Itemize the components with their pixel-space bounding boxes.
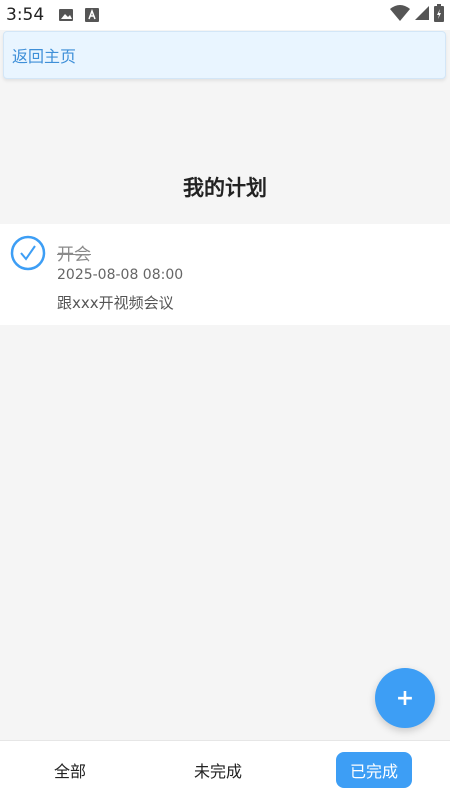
tab-pending[interactable]: 未完成: [180, 752, 256, 788]
page-title: 我的计划: [183, 176, 267, 200]
font-icon: [84, 7, 100, 23]
add-plan-button[interactable]: +: [375, 668, 435, 728]
status-right: [390, 4, 444, 26]
status-bar: 3:54: [0, 0, 450, 30]
status-time: 3:54: [6, 5, 45, 25]
plan-description: 跟xxx开视频会议: [57, 294, 174, 312]
tab-all[interactable]: 全部: [40, 752, 100, 788]
image-icon: [58, 7, 74, 23]
check-circle-icon[interactable]: [10, 235, 46, 271]
plan-title: 开会: [57, 245, 91, 265]
tab-completed[interactable]: 已完成: [336, 752, 412, 788]
wifi-icon: [390, 5, 410, 25]
back-home-link[interactable]: 返回主页: [12, 43, 76, 67]
battery-icon: [434, 4, 444, 26]
plan-datetime: 2025-08-08 08:00: [57, 267, 184, 283]
top-nav-bar: 返回主页: [3, 31, 446, 79]
signal-icon: [414, 5, 430, 25]
